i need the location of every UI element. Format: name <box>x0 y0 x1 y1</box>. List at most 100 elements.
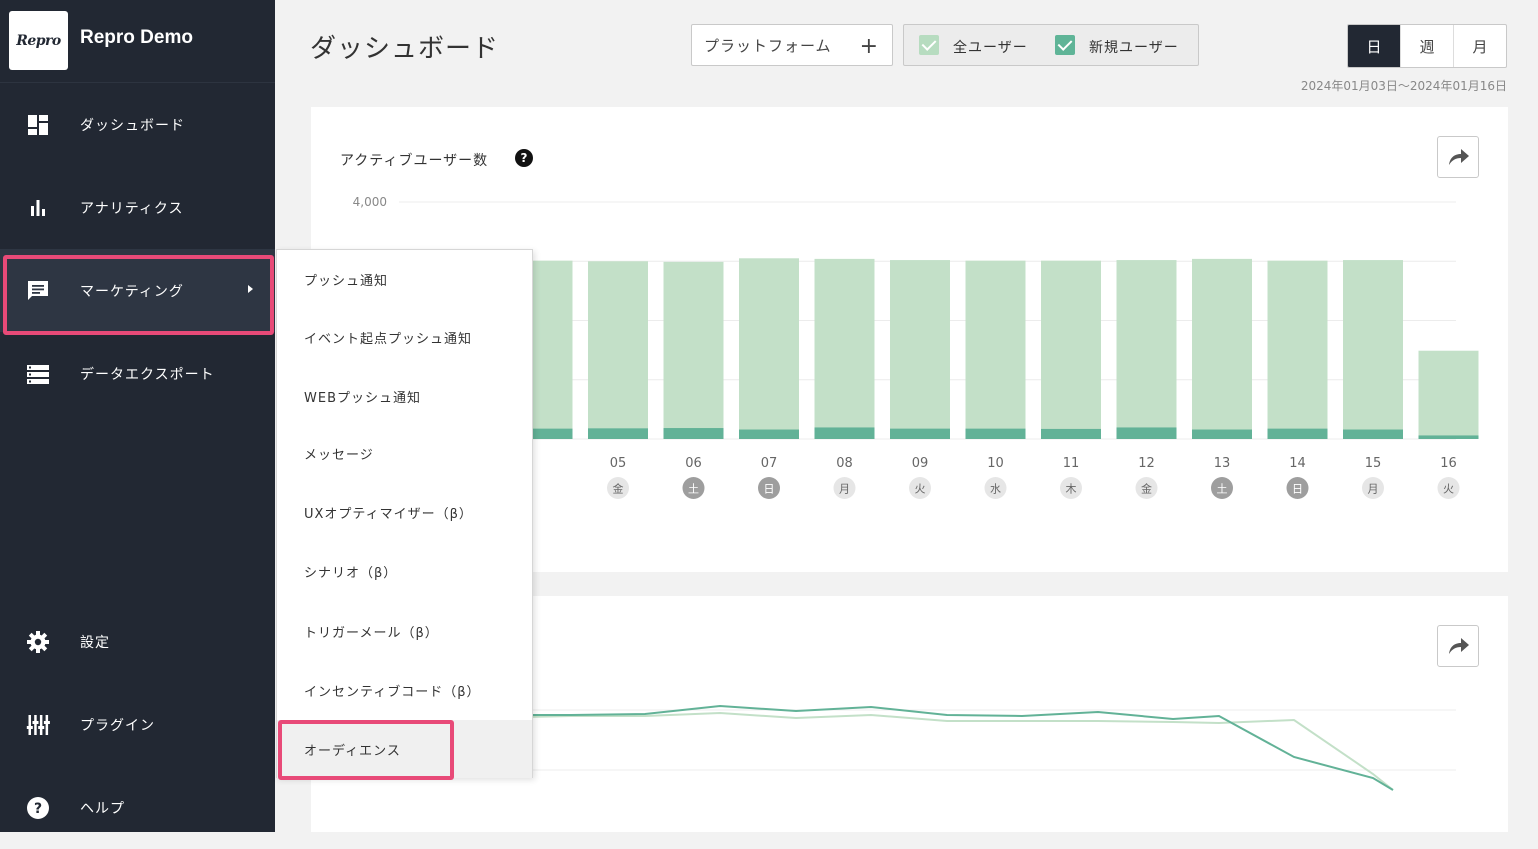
equalizer-icon <box>26 715 50 735</box>
x-tick-label: 15 <box>1365 456 1382 471</box>
x-tick-label: 06 <box>685 456 702 471</box>
help-icon: ? <box>27 797 49 819</box>
menu-item-ux-optimizer[interactable]: UXオプティマイザー（β） <box>277 483 532 541</box>
sidebar-item-label: ダッシュボード <box>80 118 185 134</box>
bar-all-users <box>1343 260 1403 439</box>
new-users-label: 新規ユーザー <box>1089 40 1179 56</box>
bar-all-users <box>1116 260 1177 439</box>
platform-label: プラットフォーム <box>704 36 832 55</box>
bar-chart-icon <box>31 200 45 216</box>
sidebar-item-help[interactable]: ? ヘルプ <box>0 766 275 849</box>
page-title: ダッシュボード <box>310 34 500 64</box>
bar-new-users <box>890 428 950 439</box>
bar-new-users <box>965 428 1026 439</box>
date-range: 2024年01月03日〜2024年01月16日 <box>1300 79 1507 93</box>
weekday-label: 金 <box>613 482 624 496</box>
svg-text:?: ? <box>34 801 42 817</box>
bar-all-users <box>1418 350 1479 439</box>
marketing-highlight <box>3 255 274 335</box>
all-users-checkbox[interactable] <box>919 35 939 55</box>
check-icon <box>921 36 937 51</box>
marketing-submenu: プッシュ通知 イベント起点プッシュ通知 WEBプッシュ通知 メッセージ UXオプ… <box>276 249 533 778</box>
check-icon <box>1057 36 1073 51</box>
menu-item-label: UXオプティマイザー（β） <box>304 507 473 522</box>
period-day-button[interactable]: 日 <box>1348 25 1400 67</box>
gear-icon <box>27 631 49 653</box>
menu-item-label: シナリオ（β） <box>304 566 398 581</box>
x-tick-label: 12 <box>1138 456 1155 471</box>
series-line <box>526 704 1394 791</box>
y-tick-label: 4,000 <box>353 195 387 209</box>
sidebar-item-settings[interactable]: 設定 <box>0 600 275 683</box>
menu-item-label: プッシュ通知 <box>304 274 389 289</box>
bar-all-users <box>1041 260 1101 439</box>
x-tick-label: 09 <box>912 456 929 471</box>
menu-item-label: イベント起点プッシュ通知 <box>304 332 473 347</box>
weekday-label: 日 <box>1292 483 1303 496</box>
menu-item-scenario[interactable]: シナリオ（β） <box>277 542 532 600</box>
weekday-label: 火 <box>915 483 926 496</box>
sidebar-item-label: ヘルプ <box>80 801 125 817</box>
weekday-label: 火 <box>1443 483 1454 496</box>
weekday-label: 土 <box>688 483 699 496</box>
period-month-button[interactable]: 月 <box>1453 25 1506 67</box>
bar-all-users <box>1192 258 1252 439</box>
new-users-checkbox[interactable] <box>1055 35 1075 55</box>
bar-all-users <box>965 260 1026 439</box>
menu-item-label: トリガーメール（β） <box>304 626 439 641</box>
menu-item-label: WEBプッシュ通知 <box>304 391 421 406</box>
menu-item-incentive-code[interactable]: インセンティブコード（β） <box>277 661 532 719</box>
x-tick-label: 11 <box>1063 456 1080 471</box>
x-tick-label: 05 <box>610 456 627 471</box>
sidebar-item-dashboard[interactable]: ダッシュボード <box>0 83 275 166</box>
brand-header: Repro Repro Demo <box>0 0 275 83</box>
dashboard-icon <box>28 115 48 135</box>
sidebar-item-label: 設定 <box>80 635 110 651</box>
bar-all-users <box>1267 260 1328 439</box>
sidebar-item-plugins[interactable]: プラグイン <box>0 683 275 766</box>
menu-item-message[interactable]: メッセージ <box>277 424 532 482</box>
bar-all-users <box>814 258 875 439</box>
platform-filter-button[interactable]: プラットフォーム + <box>691 24 893 66</box>
x-tick-label: 07 <box>761 456 778 471</box>
x-tick-label: 16 <box>1440 456 1457 471</box>
bar-all-users <box>588 261 648 439</box>
x-tick-label: 08 <box>836 456 853 471</box>
bar-new-users <box>1116 427 1177 439</box>
weekday-label: 月 <box>1368 483 1379 496</box>
bar-new-users <box>814 427 875 439</box>
period-week-button[interactable]: 週 <box>1400 25 1453 67</box>
weekday-label: 土 <box>1217 483 1228 496</box>
user-segment-filter: 全ユーザー 新規ユーザー <box>903 24 1199 66</box>
x-tick-label: 14 <box>1289 456 1306 471</box>
menu-item-push[interactable]: プッシュ通知 <box>277 250 532 308</box>
period-toggle: 日 週 月 <box>1347 24 1507 68</box>
weekday-label: 木 <box>1066 483 1077 496</box>
bar-new-users <box>1192 429 1252 439</box>
x-tick-label: 13 <box>1214 456 1231 471</box>
bar-new-users <box>663 428 724 439</box>
weekday-label: 月 <box>839 483 850 496</box>
bar-new-users <box>1418 435 1479 439</box>
bar-new-users <box>588 428 648 439</box>
sidebar-item-label: アナリティクス <box>80 201 184 217</box>
bar-all-users <box>890 260 950 439</box>
sidebar-item-analytics[interactable]: アナリティクス <box>0 166 275 249</box>
weekday-label: 日 <box>764 483 775 496</box>
bar-all-users <box>663 261 724 439</box>
sidebar-item-label: データエクスポート <box>80 367 215 383</box>
menu-item-event-push[interactable]: イベント起点プッシュ通知 <box>277 308 532 366</box>
sidebar-item-data-export[interactable]: データエクスポート <box>0 332 275 415</box>
menu-item-trigger-mail[interactable]: トリガーメール（β） <box>277 602 532 660</box>
audience-highlight <box>278 720 454 780</box>
x-tick-label: 10 <box>987 456 1004 471</box>
weekday-label: 水 <box>990 483 1001 496</box>
plus-icon: + <box>859 34 878 59</box>
app-name: Repro Demo <box>80 27 193 48</box>
list-icon <box>27 365 49 384</box>
menu-item-web-push[interactable]: WEBプッシュ通知 <box>277 367 532 425</box>
sidebar-item-label: プラグイン <box>80 718 155 734</box>
bar-all-users <box>739 258 799 439</box>
series-line <box>525 711 1394 791</box>
repro-logo[interactable]: Repro <box>9 11 68 70</box>
